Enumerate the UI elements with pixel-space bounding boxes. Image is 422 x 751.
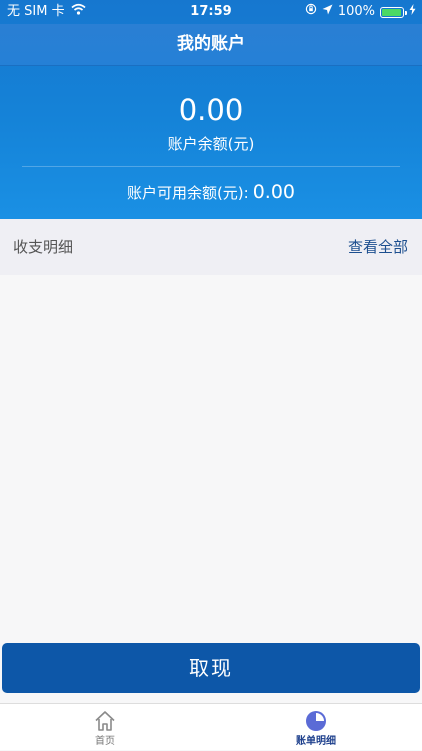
battery-icon	[380, 6, 407, 18]
tab-bill-label: 账单明细	[296, 736, 336, 747]
balance-value: 0.00	[178, 93, 244, 127]
tab-home[interactable]: 首页	[65, 704, 145, 751]
tab-bill-details[interactable]: 账单明细	[276, 704, 356, 751]
page-title: 我的账户	[0, 24, 422, 66]
charging-icon	[409, 0, 416, 24]
available-balance: 账户可用余额(元): 0.00	[0, 179, 422, 206]
view-all-link[interactable]: 查看全部	[348, 219, 408, 275]
tab-bar: 首页 账单明细	[0, 703, 422, 750]
available-balance-label: 账户可用余额(元):	[126, 184, 249, 202]
status-right: 100%	[305, 0, 416, 24]
divider	[22, 166, 400, 167]
home-icon	[95, 711, 115, 731]
transactions-list	[0, 275, 422, 643]
tab-home-label: 首页	[95, 736, 115, 747]
transactions-header: 收支明细 查看全部	[0, 219, 422, 275]
status-bar: 无 SIM 卡 17:59 100%	[0, 0, 422, 24]
account-header: 无 SIM 卡 17:59 100% 我的账户 0.00 账户余额(元) 账户可…	[0, 0, 422, 219]
pie-chart-icon	[306, 711, 326, 731]
withdraw-button[interactable]: 取现	[2, 643, 420, 693]
battery-percent: 100%	[337, 4, 375, 19]
orientation-lock-icon	[305, 0, 317, 24]
location-arrow-icon	[322, 0, 333, 24]
section-title: 收支明细	[13, 238, 74, 256]
available-balance-value: 0.00	[252, 181, 296, 203]
balance-label: 账户余额(元)	[167, 135, 255, 153]
